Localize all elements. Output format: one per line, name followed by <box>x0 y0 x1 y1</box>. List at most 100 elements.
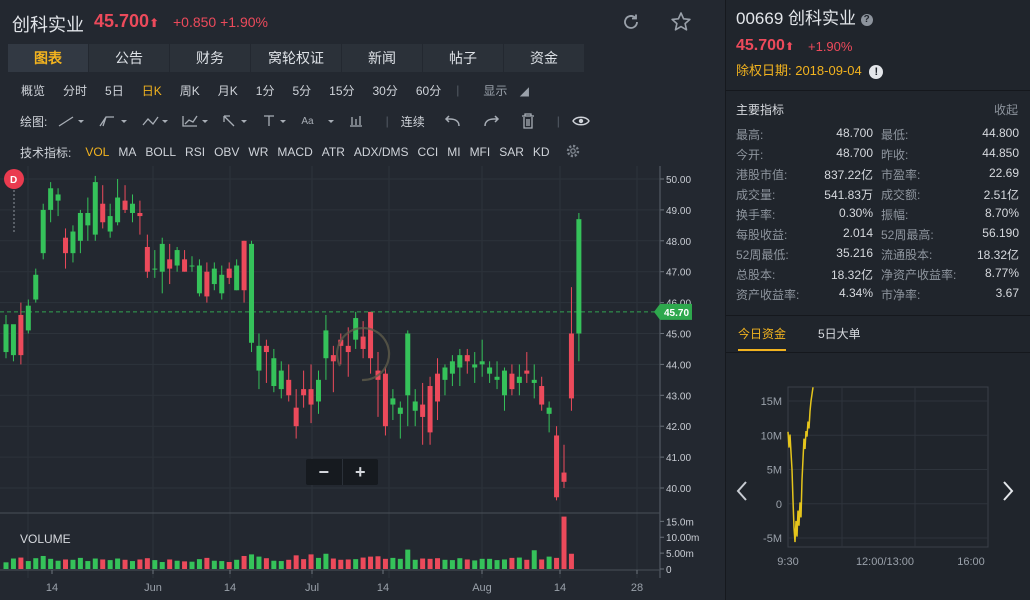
indicator-vol[interactable]: VOL <box>85 145 109 159</box>
chevron-right-icon[interactable] <box>1003 481 1014 501</box>
metric-label: 港股市值: <box>736 168 788 182</box>
candle-body <box>449 361 455 374</box>
indicator-mfi[interactable]: MFI <box>470 145 491 159</box>
period-monthly-k[interactable]: 月K <box>218 82 238 99</box>
candle-body <box>219 274 225 294</box>
indicator-atr[interactable]: ATR <box>322 145 345 159</box>
candlestick-chart[interactable]: 50.0049.0048.0047.0046.0045.0044.0043.00… <box>0 166 724 600</box>
candle-body <box>568 333 574 399</box>
period-60min[interactable]: 60分 <box>416 82 441 99</box>
refresh-icon[interactable] <box>619 10 643 34</box>
tab-5day-large-orders[interactable]: 5日大单 <box>818 325 861 351</box>
period-intraday[interactable]: 分时 <box>63 82 87 99</box>
star-icon[interactable] <box>669 10 693 34</box>
volume-bar <box>271 560 277 569</box>
zoom-out-button[interactable]: − <box>306 459 342 485</box>
ex-rights-date: 除权日期: 2018-09-04 ! <box>736 60 884 79</box>
metric-label: 52周最低: <box>736 248 789 262</box>
zoom-in-button[interactable]: + <box>341 459 379 485</box>
volume-bar <box>568 553 574 569</box>
metric-value: 4.34% <box>838 286 873 300</box>
volume-bar <box>115 558 121 569</box>
tab-warrants[interactable]: 窝轮权证 <box>251 44 341 72</box>
candle-body <box>464 355 470 362</box>
volume-bar <box>561 516 567 569</box>
period-5min[interactable]: 5分 <box>292 82 311 99</box>
metric-row: 每股收益: 2.014 52周最高: 56.190 <box>736 226 1019 246</box>
indicator-obv[interactable]: OBV <box>214 145 239 159</box>
indicator-label: 技术指标: <box>20 145 72 160</box>
candle-body <box>323 330 329 359</box>
candle-body <box>487 367 493 374</box>
undo-icon[interactable] <box>443 114 461 128</box>
text-tool-icon[interactable] <box>261 114 291 128</box>
metric-value: 837.22亿 <box>824 168 873 182</box>
metric-value: 48.700 <box>836 146 873 160</box>
line-tool-icon[interactable] <box>57 114 87 128</box>
quote-price: 45.700⬆ <box>736 37 795 54</box>
indicator-sar[interactable]: SAR <box>499 145 524 159</box>
period-daily-k[interactable]: 日K <box>142 82 162 99</box>
display-dropdown[interactable]: 显示 ◢ <box>474 82 529 99</box>
ray-tool-icon[interactable] <box>97 114 131 128</box>
candle-body <box>234 265 240 291</box>
stock-name: 创科实业 <box>12 15 84 35</box>
tab-today-flow[interactable]: 今日资金 <box>738 325 787 351</box>
measure-tool-icon[interactable] <box>348 114 364 128</box>
tab-posts[interactable]: 帖子 <box>423 44 503 72</box>
indicator-ma[interactable]: MA <box>118 145 136 159</box>
x-tick-label: Aug <box>472 582 492 594</box>
font-tool-icon[interactable]: Aa <box>301 114 337 128</box>
arrow-tool-icon[interactable] <box>221 114 251 128</box>
tab-announcements[interactable]: 公告 <box>89 44 169 72</box>
zoom-control: − + <box>306 459 378 485</box>
period-1min[interactable]: 1分 <box>256 82 275 99</box>
volume-bar <box>100 559 106 569</box>
volume-bar <box>539 559 545 569</box>
tab-chart[interactable]: 图表 <box>8 44 88 72</box>
candle-body <box>293 407 299 427</box>
metric-value: 2.51亿 <box>983 188 1019 202</box>
pattern-tool-icon[interactable] <box>141 114 171 128</box>
tab-financials[interactable]: 财务 <box>170 44 250 72</box>
eye-icon[interactable] <box>572 115 590 127</box>
indicator-macd[interactable]: MACD <box>277 145 312 159</box>
continuous-draw-toggle[interactable]: 连续 <box>401 113 425 130</box>
indicator-mi[interactable]: MI <box>447 145 460 159</box>
info-icon[interactable]: ! <box>869 64 884 79</box>
volume-bar <box>323 553 329 569</box>
period-15min[interactable]: 15分 <box>329 82 354 99</box>
indicator-boll[interactable]: BOLL <box>145 145 176 159</box>
separator: | <box>556 114 560 128</box>
candle-body <box>330 355 336 362</box>
period-weekly-k[interactable]: 周K <box>180 82 200 99</box>
fib-tool-icon[interactable] <box>181 114 211 128</box>
indicator-adx[interactable]: ADX/DMS <box>354 145 409 159</box>
tab-capital-flow[interactable]: 资金 <box>504 44 584 72</box>
volume-bar <box>442 559 448 569</box>
volume-bar <box>167 559 173 569</box>
metric-value: 8.70% <box>984 206 1019 220</box>
volume-bar <box>263 558 269 569</box>
help-icon[interactable]: ? <box>860 13 873 26</box>
redo-icon[interactable] <box>483 114 501 128</box>
volume-bar <box>189 561 195 569</box>
divider <box>726 90 1030 91</box>
indicator-cci[interactable]: CCI <box>418 145 439 159</box>
period-overview[interactable]: 概览 <box>21 82 45 99</box>
period-30min[interactable]: 30分 <box>373 82 398 99</box>
gear-icon[interactable] <box>565 143 581 162</box>
indicator-rsi[interactable]: RSI <box>185 145 205 159</box>
indicator-wr[interactable]: WR <box>248 145 268 159</box>
indicator-kd[interactable]: KD <box>533 145 550 159</box>
collapse-button[interactable]: 收起 <box>994 101 1018 118</box>
tab-news[interactable]: 新闻 <box>342 44 422 72</box>
period-5day[interactable]: 5日 <box>105 82 124 99</box>
candle-body <box>494 376 500 380</box>
candle-body <box>18 314 24 356</box>
trash-icon[interactable] <box>521 113 535 129</box>
candle-body <box>92 182 98 235</box>
candle-body <box>129 203 135 213</box>
volume-bar <box>368 556 374 569</box>
chevron-left-icon[interactable] <box>736 481 747 501</box>
